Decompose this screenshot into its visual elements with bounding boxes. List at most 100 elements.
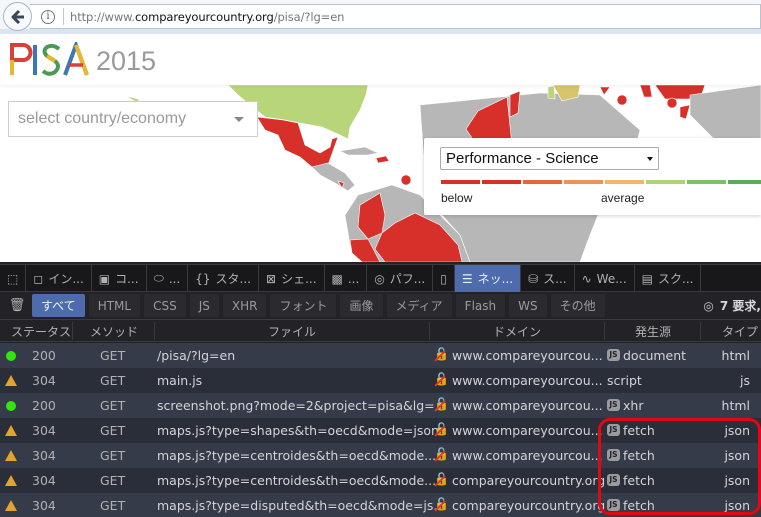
toolbar-bottom-strip [0, 29, 761, 34]
request-row[interactable]: 304 GET maps.js?type=centroides&th=oecd&mo… [0, 443, 761, 468]
column-header-type[interactable]: タイプ [722, 323, 758, 340]
devtools-tab-storage[interactable]: ⛁ ス... [521, 265, 575, 292]
devtools-tab-webaudio[interactable]: ∿ We... [575, 265, 635, 292]
pisa-logo[interactable] [9, 42, 91, 76]
shader-editor-icon: ⊠ [266, 271, 277, 286]
logo-year: 2015 [96, 46, 157, 76]
back-button[interactable] [3, 2, 32, 31]
map-region-italy-south[interactable] [599, 86, 611, 96]
request-row[interactable]: 200 GET/pisa/?lg=en 🔓 www.compareyourcou...… [0, 343, 761, 368]
devtools-tab-label: パフ... [389, 272, 426, 286]
color-scale-segment [687, 180, 726, 184]
map-region-israel-lebanon[interactable] [679, 104, 691, 120]
site-info-icon[interactable]: i [41, 9, 55, 24]
color-scale-segment [605, 180, 644, 184]
column-header-method[interactable]: メソッド [90, 323, 138, 340]
chevron-down-icon [647, 157, 653, 161]
pick-element-icon: ⬚ [7, 271, 19, 286]
request-row[interactable]: 304 GET maps.js?type=disputed&th=oecd&mode… [0, 493, 761, 517]
column-header-status[interactable]: ステータス [11, 323, 71, 340]
devtools-tab-label: ス... [543, 272, 567, 286]
filter-button[interactable]: WS [509, 294, 547, 317]
request-row[interactable]: 304 GET maps.js?type=shapes&th=oecd&mode=j… [0, 418, 761, 443]
devtools-tab-canvas[interactable]: ▩... [325, 265, 368, 292]
network-request-list: 200 GET/pisa/?lg=en 🔓 www.compareyourcou...… [0, 343, 761, 517]
devtools-tabbar: ⬚ ◻ イン... ▣ コ... ⬭... {} スタ... ⊠ シェ... ▩... ◎ パフ... ▯… [0, 264, 761, 292]
browser-toolbar: i http://www.compareyourcountry.org/pisa… [0, 0, 761, 34]
filter-button[interactable]: JS [189, 294, 219, 317]
column-divider[interactable] [154, 322, 155, 340]
map-marker-malta[interactable] [616, 94, 628, 106]
request-row[interactable]: 200 GET screenshot.png?mode=2&project=pisa… [0, 393, 761, 418]
storage-icon: ⛁ [528, 271, 539, 286]
map-marker-cyprus[interactable] [666, 97, 678, 109]
map-region-greece[interactable] [639, 84, 653, 98]
color-scale-segment [482, 180, 521, 184]
column-divider[interactable] [604, 322, 605, 340]
devtools-tab-performance[interactable]: ◎ パフ... [367, 265, 434, 292]
request-row[interactable]: 304 GET main.js 🔓 www.compareyourcou... scrip… [0, 368, 761, 393]
devtools-tab-shader-editor[interactable]: ⊠ シェ... [259, 265, 325, 292]
devtools-tab-console[interactable]: ▣ コ... [92, 265, 147, 292]
indicator-select[interactable]: Performance - Science [440, 147, 659, 170]
legend-label-below: below [441, 191, 473, 205]
color-scale-segment [523, 180, 562, 184]
back-arrow-icon [11, 9, 24, 24]
address-bar[interactable]: i http://www.compareyourcountry.org/pisa… [30, 4, 761, 29]
request-type: html [721, 348, 750, 363]
devtools-tab-network[interactable]: ☰ ネッ... [454, 265, 522, 292]
indicator-selected-value: Performance - Science [446, 150, 599, 167]
trash-icon[interactable]: 🗑 [2, 298, 32, 313]
page-header: 2015 [0, 35, 761, 85]
color-scale-segment [728, 180, 761, 184]
devtools-tab-inspector[interactable]: ◻ イン... [26, 265, 92, 292]
responsive-icon: ▯ [440, 271, 447, 286]
url-text[interactable]: http://www.compareyourcountry.org/pisa/?… [70, 10, 344, 24]
map-region-cuba[interactable] [339, 146, 379, 156]
filter-button[interactable]: Flash [455, 294, 506, 317]
devtools-tab-pick-element[interactable]: ⬚ [0, 265, 27, 292]
devtools-tab-label: イン... [48, 272, 84, 286]
column-header-cause[interactable]: 発生源 [635, 323, 671, 340]
devtools-tab-responsive[interactable]: ▯ [433, 265, 455, 292]
debugger-icon: ⬭ [153, 271, 164, 285]
devtools-tab-label: ネッ... [477, 272, 514, 286]
request-row[interactable]: 304 GET maps.js?type=centroides&th=oecd&mo… [0, 468, 761, 493]
column-divider[interactable] [72, 322, 73, 340]
devtools-tab-label: シェ... [281, 272, 317, 286]
column-header-domain[interactable]: ドメイン [493, 323, 541, 340]
map-region-dominican-rep[interactable] [375, 155, 390, 164]
color-scale-segment [564, 180, 603, 184]
request-type: js [740, 373, 750, 388]
request-type: json [724, 448, 750, 463]
color-scale-segment [441, 180, 480, 184]
filter-button[interactable]: フォント [270, 294, 337, 317]
filter-button[interactable]: XHR [222, 294, 267, 317]
web-page: 2015 select country/economy Performance … [0, 35, 761, 262]
filter-button[interactable]: メディア [386, 294, 452, 317]
filter-button[interactable]: すべて [32, 294, 85, 317]
column-divider[interactable] [700, 322, 701, 340]
color-scale-segment [646, 180, 685, 184]
column-header-file[interactable]: ファイル [268, 323, 316, 340]
filter-button[interactable]: CSS [144, 294, 186, 317]
address-separator [63, 8, 64, 25]
devtools-tab-scratchpad[interactable]: ▤ スク... [635, 265, 702, 292]
filter-buttons: すべて HTML CSS JS XHR フォント 画像 メディア Flash WS その他 [32, 294, 609, 317]
devtools-tab-label: We... [596, 271, 627, 286]
devtools-tab-debugger[interactable]: ⬭... [147, 265, 189, 292]
devtools-tab-label: ... [347, 271, 360, 286]
scratchpad-icon: ▤ [641, 271, 653, 286]
column-divider[interactable] [429, 322, 430, 340]
country-select[interactable]: select country/economy [8, 101, 258, 137]
map-region-central-america[interactable] [311, 162, 356, 192]
devtools-tab-style-editor[interactable]: {} スタ... [188, 265, 259, 292]
filter-button[interactable]: 画像 [340, 294, 383, 317]
map-region-portugal[interactable] [547, 85, 556, 100]
filter-button[interactable]: その他 [550, 294, 605, 317]
request-type: json [724, 498, 750, 513]
devtools-tab-label: ... [168, 271, 181, 286]
map-marker-trinidad[interactable] [400, 174, 412, 186]
performance-analysis-icon[interactable]: ◎ [703, 299, 713, 313]
filter-button[interactable]: HTML [88, 294, 141, 317]
